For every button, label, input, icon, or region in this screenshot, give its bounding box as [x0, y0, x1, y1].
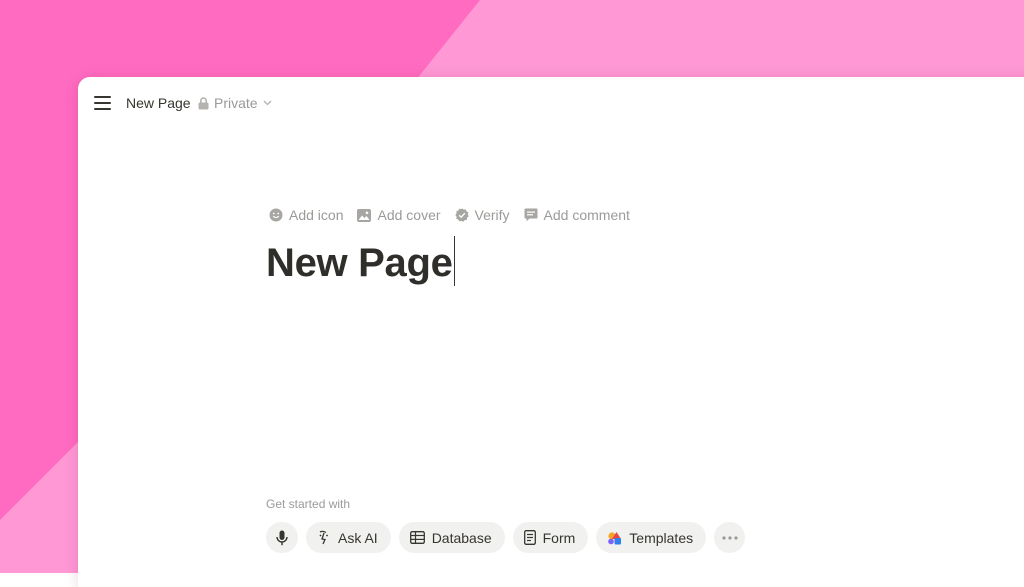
ask-ai-label: Ask AI [338, 529, 378, 546]
page-actions: Add icon Add cover Verify Add comment [269, 207, 630, 223]
shapes-icon [607, 531, 622, 545]
get-started-heading: Get started with [266, 497, 351, 511]
privacy-dropdown[interactable]: Private [198, 95, 272, 111]
hamburger-icon[interactable] [94, 96, 111, 110]
verify-button[interactable]: Verify [454, 207, 510, 223]
form-button[interactable]: Form [512, 522, 589, 553]
database-button[interactable]: Database [398, 522, 505, 553]
verified-badge-icon [454, 208, 469, 222]
add-comment-label: Add comment [543, 207, 630, 223]
voice-input-button[interactable] [266, 522, 298, 553]
templates-label: Templates [629, 529, 694, 546]
add-cover-label: Add cover [377, 207, 441, 223]
microphone-icon [276, 530, 288, 546]
chevron-down-icon [263, 100, 272, 106]
ask-ai-button[interactable]: Ask AI [306, 522, 391, 553]
ai-face-icon [317, 530, 331, 545]
top-bar: New Page Private [78, 77, 1024, 129]
add-cover-button[interactable]: Add cover [357, 207, 441, 223]
page-title: New Page [266, 241, 453, 285]
table-icon [409, 531, 425, 544]
database-label: Database [431, 529, 492, 546]
app-window: New Page Private Add icon Add cover Veri… [78, 77, 1024, 587]
breadcrumb-page-title[interactable]: New Page [126, 95, 191, 111]
image-icon [357, 208, 372, 222]
form-icon [523, 530, 536, 545]
verify-label: Verify [474, 207, 510, 223]
templates-button[interactable]: Templates [596, 522, 707, 553]
ellipsis-icon [722, 535, 738, 540]
add-icon-label: Add icon [289, 207, 344, 223]
smiley-icon [269, 208, 283, 222]
get-started-options: Ask AI Database Form Templates [266, 522, 746, 553]
privacy-label: Private [214, 95, 258, 111]
page-title-editor[interactable]: New Page [266, 235, 455, 291]
form-label: Form [542, 529, 576, 546]
more-options-button[interactable] [714, 522, 746, 553]
text-cursor [453, 236, 455, 286]
comment-icon [524, 208, 538, 222]
lock-icon [198, 96, 209, 110]
add-icon-button[interactable]: Add icon [269, 207, 343, 223]
add-comment-button[interactable]: Add comment [524, 207, 630, 223]
